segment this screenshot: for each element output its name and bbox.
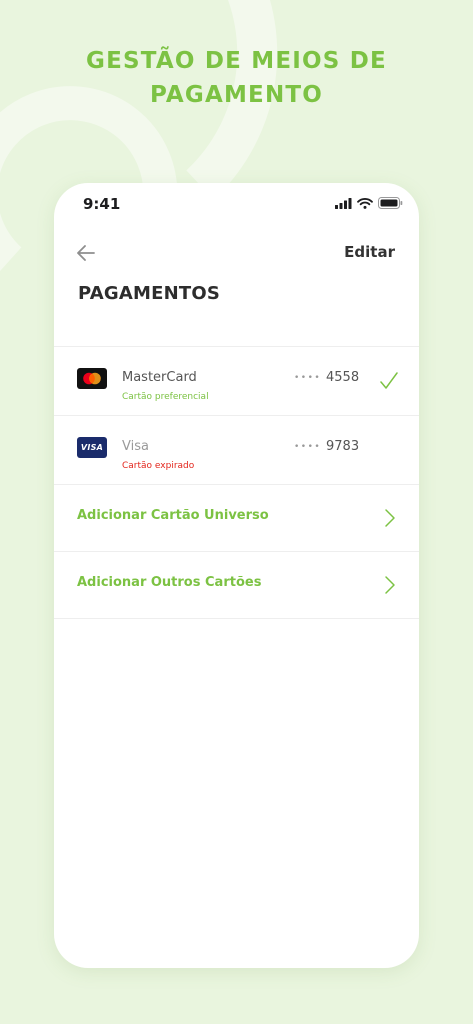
- card-status: Cartão preferencial: [122, 392, 209, 402]
- action-label: Adicionar Cartão Universo: [77, 508, 269, 523]
- arrow-left-icon[interactable]: [74, 241, 98, 265]
- wifi-icon: [357, 197, 373, 209]
- card-masked-digits: ••••: [294, 373, 322, 383]
- add-other-cards-button[interactable]: Adicionar Outros Cartões: [54, 551, 419, 619]
- headline-line-1: GESTÃO DE MEIOS DE: [86, 48, 387, 74]
- mastercard-logo: [77, 368, 107, 389]
- card-brand-name: MasterCard: [122, 370, 197, 385]
- payment-methods-list: MasterCard Cartão preferencial •••• 4558…: [54, 346, 419, 619]
- promo-headline: GESTÃO DE MEIOS DE PAGAMENTO: [0, 44, 473, 112]
- edit-button[interactable]: Editar: [344, 243, 395, 261]
- chevron-right-icon: [385, 509, 395, 527]
- card-last-digits: 9783: [326, 439, 360, 454]
- signal-icon: [335, 197, 352, 209]
- card-last-digits: 4558: [326, 370, 360, 385]
- status-bar: 9:41: [54, 183, 419, 227]
- card-status: Cartão expirado: [122, 461, 195, 471]
- action-label: Adicionar Outros Cartões: [77, 575, 262, 590]
- chevron-right-icon: [385, 576, 395, 594]
- status-time: 9:41: [83, 195, 121, 213]
- check-icon: [380, 372, 398, 389]
- battery-icon: [378, 197, 403, 209]
- page-title: PAGAMENTOS: [78, 283, 220, 304]
- headline-line-2: PAGAMENTO: [149, 82, 324, 108]
- card-masked-digits: ••••: [294, 442, 322, 452]
- card-brand-name: Visa: [122, 439, 149, 454]
- add-universo-card-button[interactable]: Adicionar Cartão Universo: [54, 484, 419, 551]
- status-icons: [335, 197, 403, 209]
- card-row-mastercard[interactable]: MasterCard Cartão preferencial •••• 4558: [54, 346, 419, 415]
- phone-frame: 9:41 Editar PAGAMENTOS MasterCard Cartão…: [54, 183, 419, 968]
- visa-logo: VISA: [77, 437, 107, 458]
- card-row-visa[interactable]: VISA Visa Cartão expirado •••• 9783: [54, 415, 419, 484]
